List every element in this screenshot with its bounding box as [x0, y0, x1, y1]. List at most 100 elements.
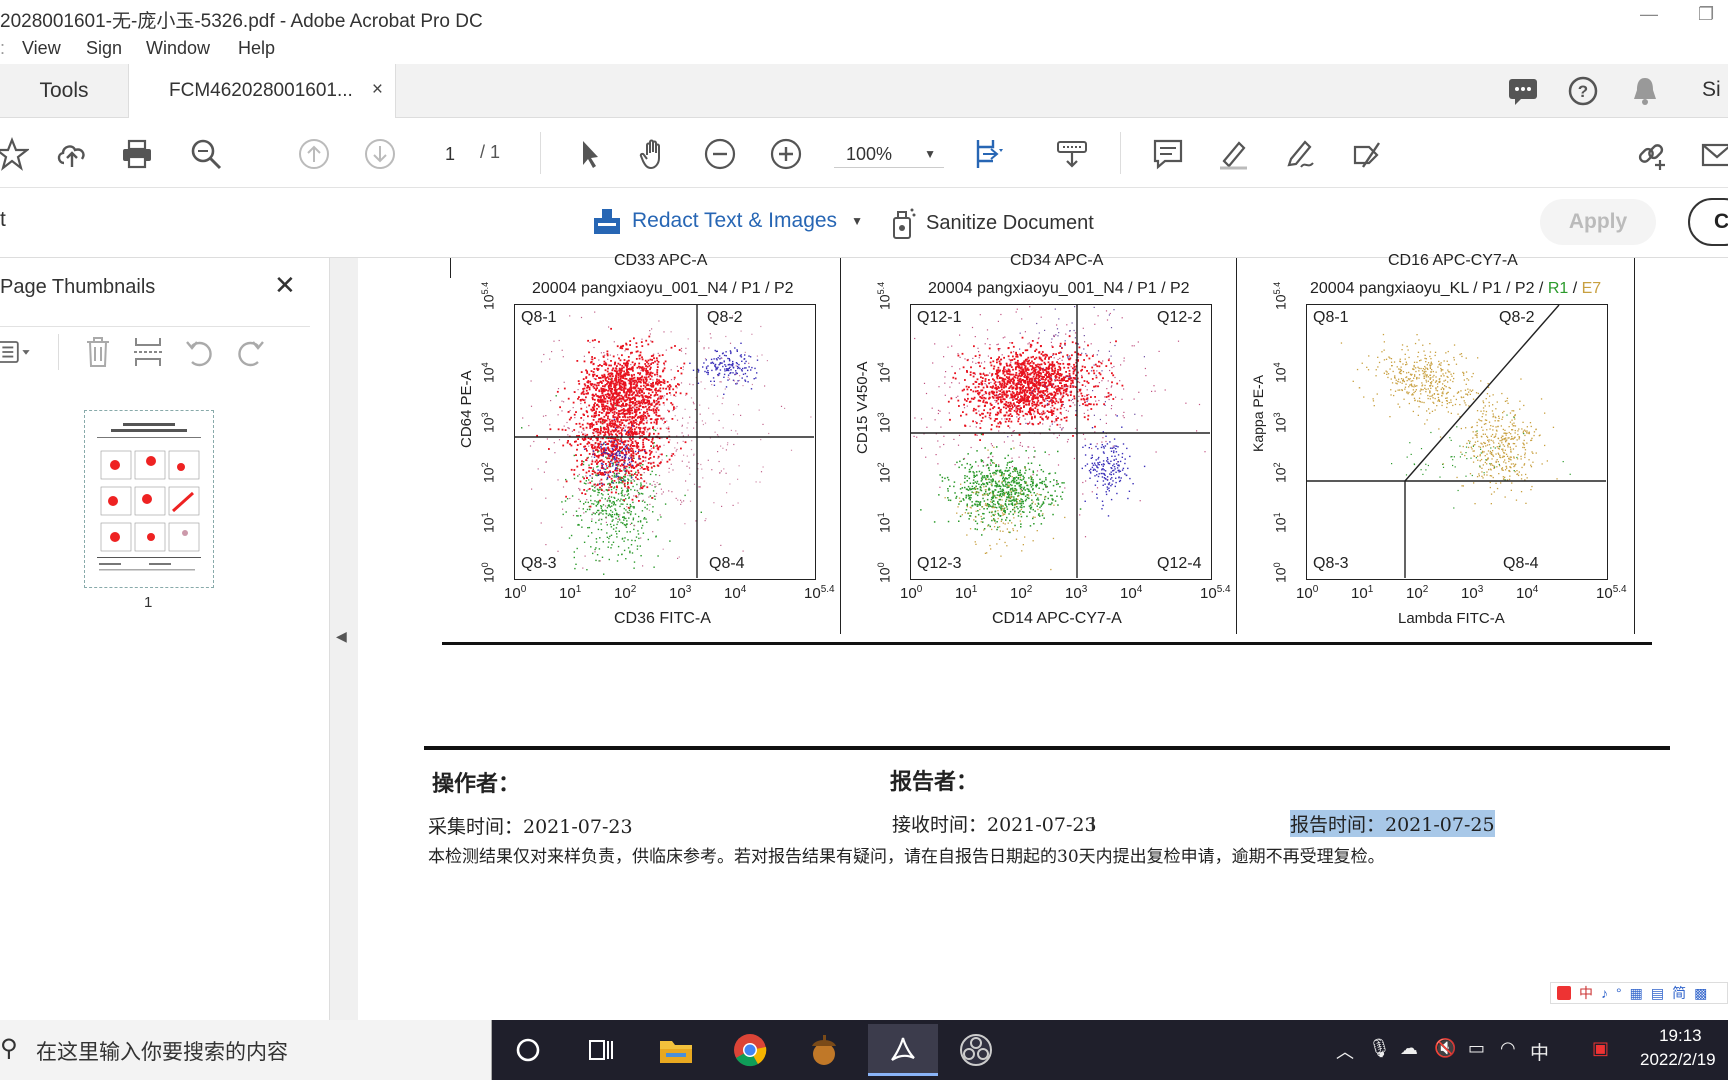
notification-bell-icon[interactable]: [1628, 74, 1662, 108]
onedrive-cloud-icon[interactable]: ☁: [1400, 1038, 1418, 1059]
event-cluster: [947, 335, 1124, 441]
ime-toolbar[interactable]: 中 ♪ ° ▦ ▤ 简 ▩: [1550, 982, 1728, 1004]
select-cursor-icon[interactable]: [570, 134, 610, 174]
plot2-q4: Q12-4: [1157, 555, 1202, 572]
redact-text-images-button[interactable]: Redact Text & Images ▼: [592, 206, 863, 236]
apply-button[interactable]: Apply: [1540, 199, 1656, 245]
scatter-plot-cd14-cd15: Q12-1 Q12-2 Q12-3 Q12-4: [910, 304, 1212, 580]
print-icon[interactable]: [117, 134, 157, 174]
plot3-q3: Q8-3: [1313, 555, 1349, 572]
taskbar-search-box[interactable]: ⚲ 在这里输入你要搜索的内容: [0, 1020, 492, 1080]
ime-punct[interactable]: ♪: [1601, 985, 1608, 1001]
hand-tool-icon[interactable]: [634, 134, 674, 174]
cortana-icon[interactable]: [504, 1028, 552, 1072]
scroll-mode-icon[interactable]: [1052, 134, 1092, 174]
tray-chevron-up-icon[interactable]: ︿: [1336, 1038, 1354, 1064]
battery-icon[interactable]: ▭: [1468, 1038, 1485, 1059]
next-page-icon[interactable]: [360, 134, 400, 174]
acorn-app-icon[interactable]: [800, 1028, 848, 1072]
plot3-q2: Q8-2: [1499, 309, 1535, 326]
panel-title: Page Thumbnails: [0, 276, 156, 298]
ime-mode[interactable]: 中: [1579, 983, 1593, 1003]
event-cluster: [1439, 378, 1558, 505]
page-thumbnail[interactable]: [84, 410, 214, 588]
menu-item-help[interactable]: Help: [238, 38, 275, 59]
panel-close-icon[interactable]: ✕: [274, 270, 296, 301]
prev-page-icon[interactable]: [294, 134, 334, 174]
highlight-pen-icon[interactable]: [1214, 134, 1254, 174]
edit-stamp-icon[interactable]: [1346, 134, 1386, 174]
plot3-q4: Q8-4: [1503, 555, 1539, 572]
plot1-q2: Q8-2: [707, 309, 743, 326]
sanitize-document-button[interactable]: Sanitize Document: [890, 206, 1094, 240]
wifi-icon[interactable]: ◠: [1500, 1038, 1516, 1059]
collapse-arrow-icon[interactable]: ◀: [336, 628, 347, 645]
plot1-canvas: [515, 305, 814, 578]
panel-collapse-bar[interactable]: ◀: [330, 258, 358, 1020]
main-toolbar: 1 / 1 100% ▼: [0, 118, 1728, 188]
x-tick-label: 104: [1120, 584, 1143, 602]
insert-page-icon[interactable]: [128, 332, 168, 372]
microphone-icon[interactable]: 🎙: [1368, 1038, 1391, 1059]
x-tick-label: 103: [1065, 584, 1088, 602]
close-tool-button[interactable]: C: [1688, 198, 1728, 246]
menu-item-window[interactable]: Window: [146, 38, 210, 59]
x-tick-label: 102: [614, 584, 637, 602]
ime-apps-icon[interactable]: ▩: [1694, 985, 1707, 1002]
zoom-in-icon[interactable]: [766, 134, 806, 174]
add-comment-icon[interactable]: [1148, 134, 1188, 174]
y-tick-label: 100: [480, 562, 497, 583]
menu-item-edit-fragment[interactable]: :: [0, 38, 5, 59]
file-explorer-icon[interactable]: [652, 1028, 700, 1072]
upload-cloud-icon[interactable]: [52, 134, 92, 174]
sogou-ime-icon[interactable]: ▣: [1592, 1038, 1609, 1059]
menu-item-sign[interactable]: Sign: [86, 38, 122, 59]
restore-icon[interactable]: ❐: [1698, 4, 1714, 25]
input-language-indicator[interactable]: 中: [1530, 1038, 1549, 1065]
system-clock[interactable]: 19:13 2022/2/19: [1640, 1024, 1716, 1072]
zoom-out-icon[interactable]: [700, 134, 740, 174]
text-cursor-icon: I: [1090, 814, 1096, 836]
zoom-level-select[interactable]: 100% ▼: [834, 140, 944, 168]
tab-tools[interactable]: Tools: [0, 64, 128, 118]
collection-time: 采集时间：2021-07-23: [428, 816, 633, 838]
y-tick-label: 103: [480, 412, 497, 433]
fit-page-icon[interactable]: [970, 134, 1010, 174]
tab-close-icon[interactable]: ×: [372, 79, 383, 101]
tool-name-fragment: t: [0, 208, 6, 231]
plot1-q3: Q8-3: [521, 555, 557, 572]
rotate-left-icon[interactable]: [180, 332, 220, 372]
ime-simplified[interactable]: 简: [1672, 983, 1686, 1003]
search-zoom-icon[interactable]: [186, 134, 226, 174]
tab-document[interactable]: FCM462028001601... ×: [128, 64, 396, 118]
plot-top-label-3: CD16 APC-CY7-A: [1388, 252, 1518, 269]
share-link-icon[interactable]: [1632, 134, 1672, 174]
ime-symbol[interactable]: °: [1616, 985, 1622, 1001]
rotate-right-icon[interactable]: [230, 332, 270, 372]
delete-page-icon[interactable]: [78, 332, 118, 372]
x-tick-label: 100: [900, 584, 923, 602]
draw-sign-icon[interactable]: [1280, 134, 1320, 174]
comment-bubble-icon[interactable]: [1506, 74, 1540, 108]
event-cluster: [1081, 415, 1146, 517]
sign-in-link[interactable]: Si: [1702, 78, 1721, 102]
obs-icon[interactable]: [952, 1028, 1000, 1072]
bookmark-star-icon[interactable]: [0, 134, 32, 174]
redact-toolbar: t Redact Text & Images ▼ Sanitize Docume…: [0, 188, 1728, 258]
help-icon[interactable]: ?: [1566, 74, 1600, 108]
plot2-xlabel: CD14 APC-CY7-A: [992, 610, 1122, 627]
ime-grid-icon[interactable]: ▤: [1651, 985, 1664, 1002]
task-view-icon[interactable]: [576, 1028, 624, 1072]
chrome-icon[interactable]: [726, 1028, 774, 1072]
volume-muted-icon[interactable]: 🔇: [1434, 1038, 1456, 1059]
x-tick-label: 104: [1516, 584, 1539, 602]
thumbnail-options-icon[interactable]: [0, 332, 36, 372]
x-tick-label: 104: [724, 584, 747, 602]
plot2-q1: Q12-1: [917, 309, 962, 326]
minimize-icon[interactable]: —: [1640, 4, 1658, 25]
email-icon[interactable]: [1696, 134, 1728, 174]
menu-item-view[interactable]: View: [22, 38, 61, 59]
keyboard-icon[interactable]: ▦: [1630, 985, 1643, 1002]
acrobat-taskbar-icon[interactable]: [868, 1024, 938, 1076]
page-number-input[interactable]: 1: [428, 140, 472, 168]
